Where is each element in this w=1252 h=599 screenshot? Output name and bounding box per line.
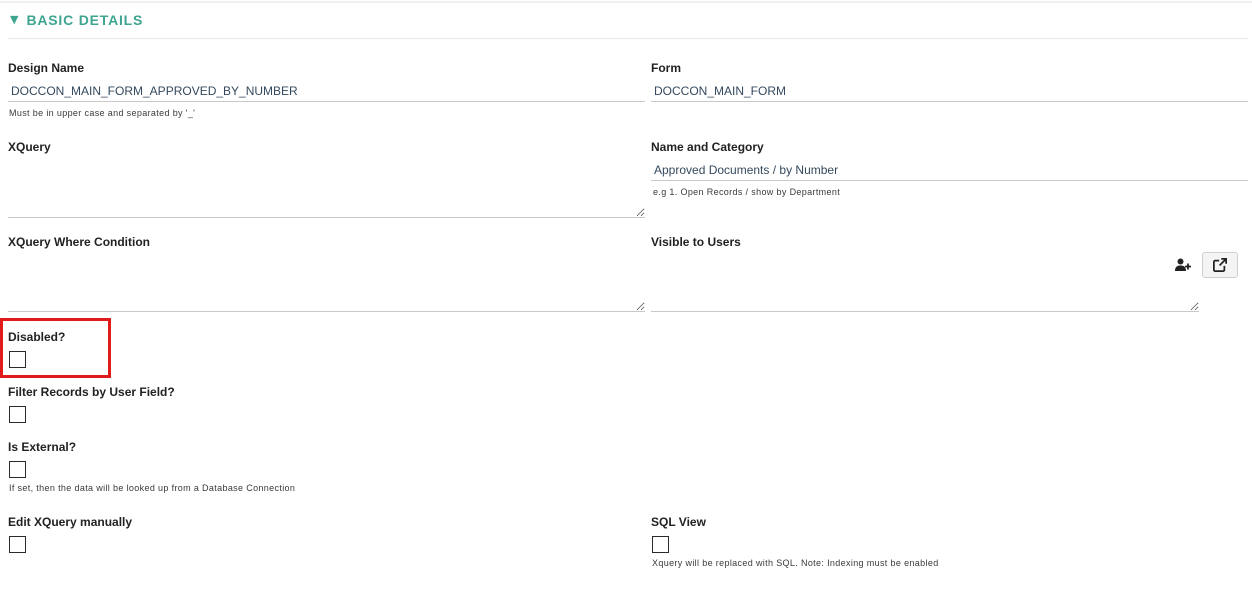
edit-xquery-manually-checkbox[interactable] xyxy=(9,536,26,553)
is-external-label: Is External? xyxy=(8,440,77,454)
is-external-checkbox[interactable] xyxy=(9,461,26,478)
sql-view-label: SQL View xyxy=(651,515,706,529)
is-external-help: If set, then the data will be looked up … xyxy=(9,483,296,493)
external-link-icon xyxy=(1213,258,1227,272)
basic-details-panel: ▼ BASIC DETAILS Design Name Must be in u… xyxy=(0,0,1252,599)
section-header-toggle[interactable]: ▼ BASIC DETAILS xyxy=(10,12,143,28)
open-visible-users-button[interactable] xyxy=(1202,252,1238,278)
name-and-category-help: e.g 1. Open Records / show by Department xyxy=(653,187,841,197)
top-border xyxy=(0,1,1252,3)
xquery-where-condition-textarea[interactable] xyxy=(8,251,645,312)
disabled-label: Disabled? xyxy=(8,330,66,344)
section-divider xyxy=(8,38,1248,39)
name-and-category-label: Name and Category xyxy=(651,140,764,154)
filter-records-label: Filter Records by User Field? xyxy=(8,385,175,399)
form-label: Form xyxy=(651,61,681,75)
collapse-triangle-icon: ▼ xyxy=(10,13,19,26)
disabled-highlight-box xyxy=(0,318,111,378)
section-title: BASIC DETAILS xyxy=(26,12,144,28)
xquery-textarea[interactable] xyxy=(8,156,645,218)
visible-to-users-textarea[interactable] xyxy=(651,282,1199,312)
visible-to-users-label: Visible to Users xyxy=(651,235,741,249)
filter-records-checkbox[interactable] xyxy=(9,406,26,423)
disabled-checkbox[interactable] xyxy=(9,351,26,368)
sql-view-checkbox[interactable] xyxy=(652,536,669,553)
form-input[interactable] xyxy=(651,80,1248,102)
design-name-input[interactable] xyxy=(8,80,645,102)
name-and-category-input[interactable] xyxy=(651,159,1248,181)
design-name-help: Must be in upper case and separated by '… xyxy=(9,108,196,118)
design-name-label: Design Name xyxy=(8,61,85,75)
user-plus-icon[interactable] xyxy=(1175,258,1191,272)
xquery-label: XQuery xyxy=(8,140,51,154)
sql-view-help: Xquery will be replaced with SQL. Note: … xyxy=(652,558,939,568)
edit-xquery-manually-label: Edit XQuery manually xyxy=(8,515,133,529)
xquery-where-condition-label: XQuery Where Condition xyxy=(8,235,151,249)
